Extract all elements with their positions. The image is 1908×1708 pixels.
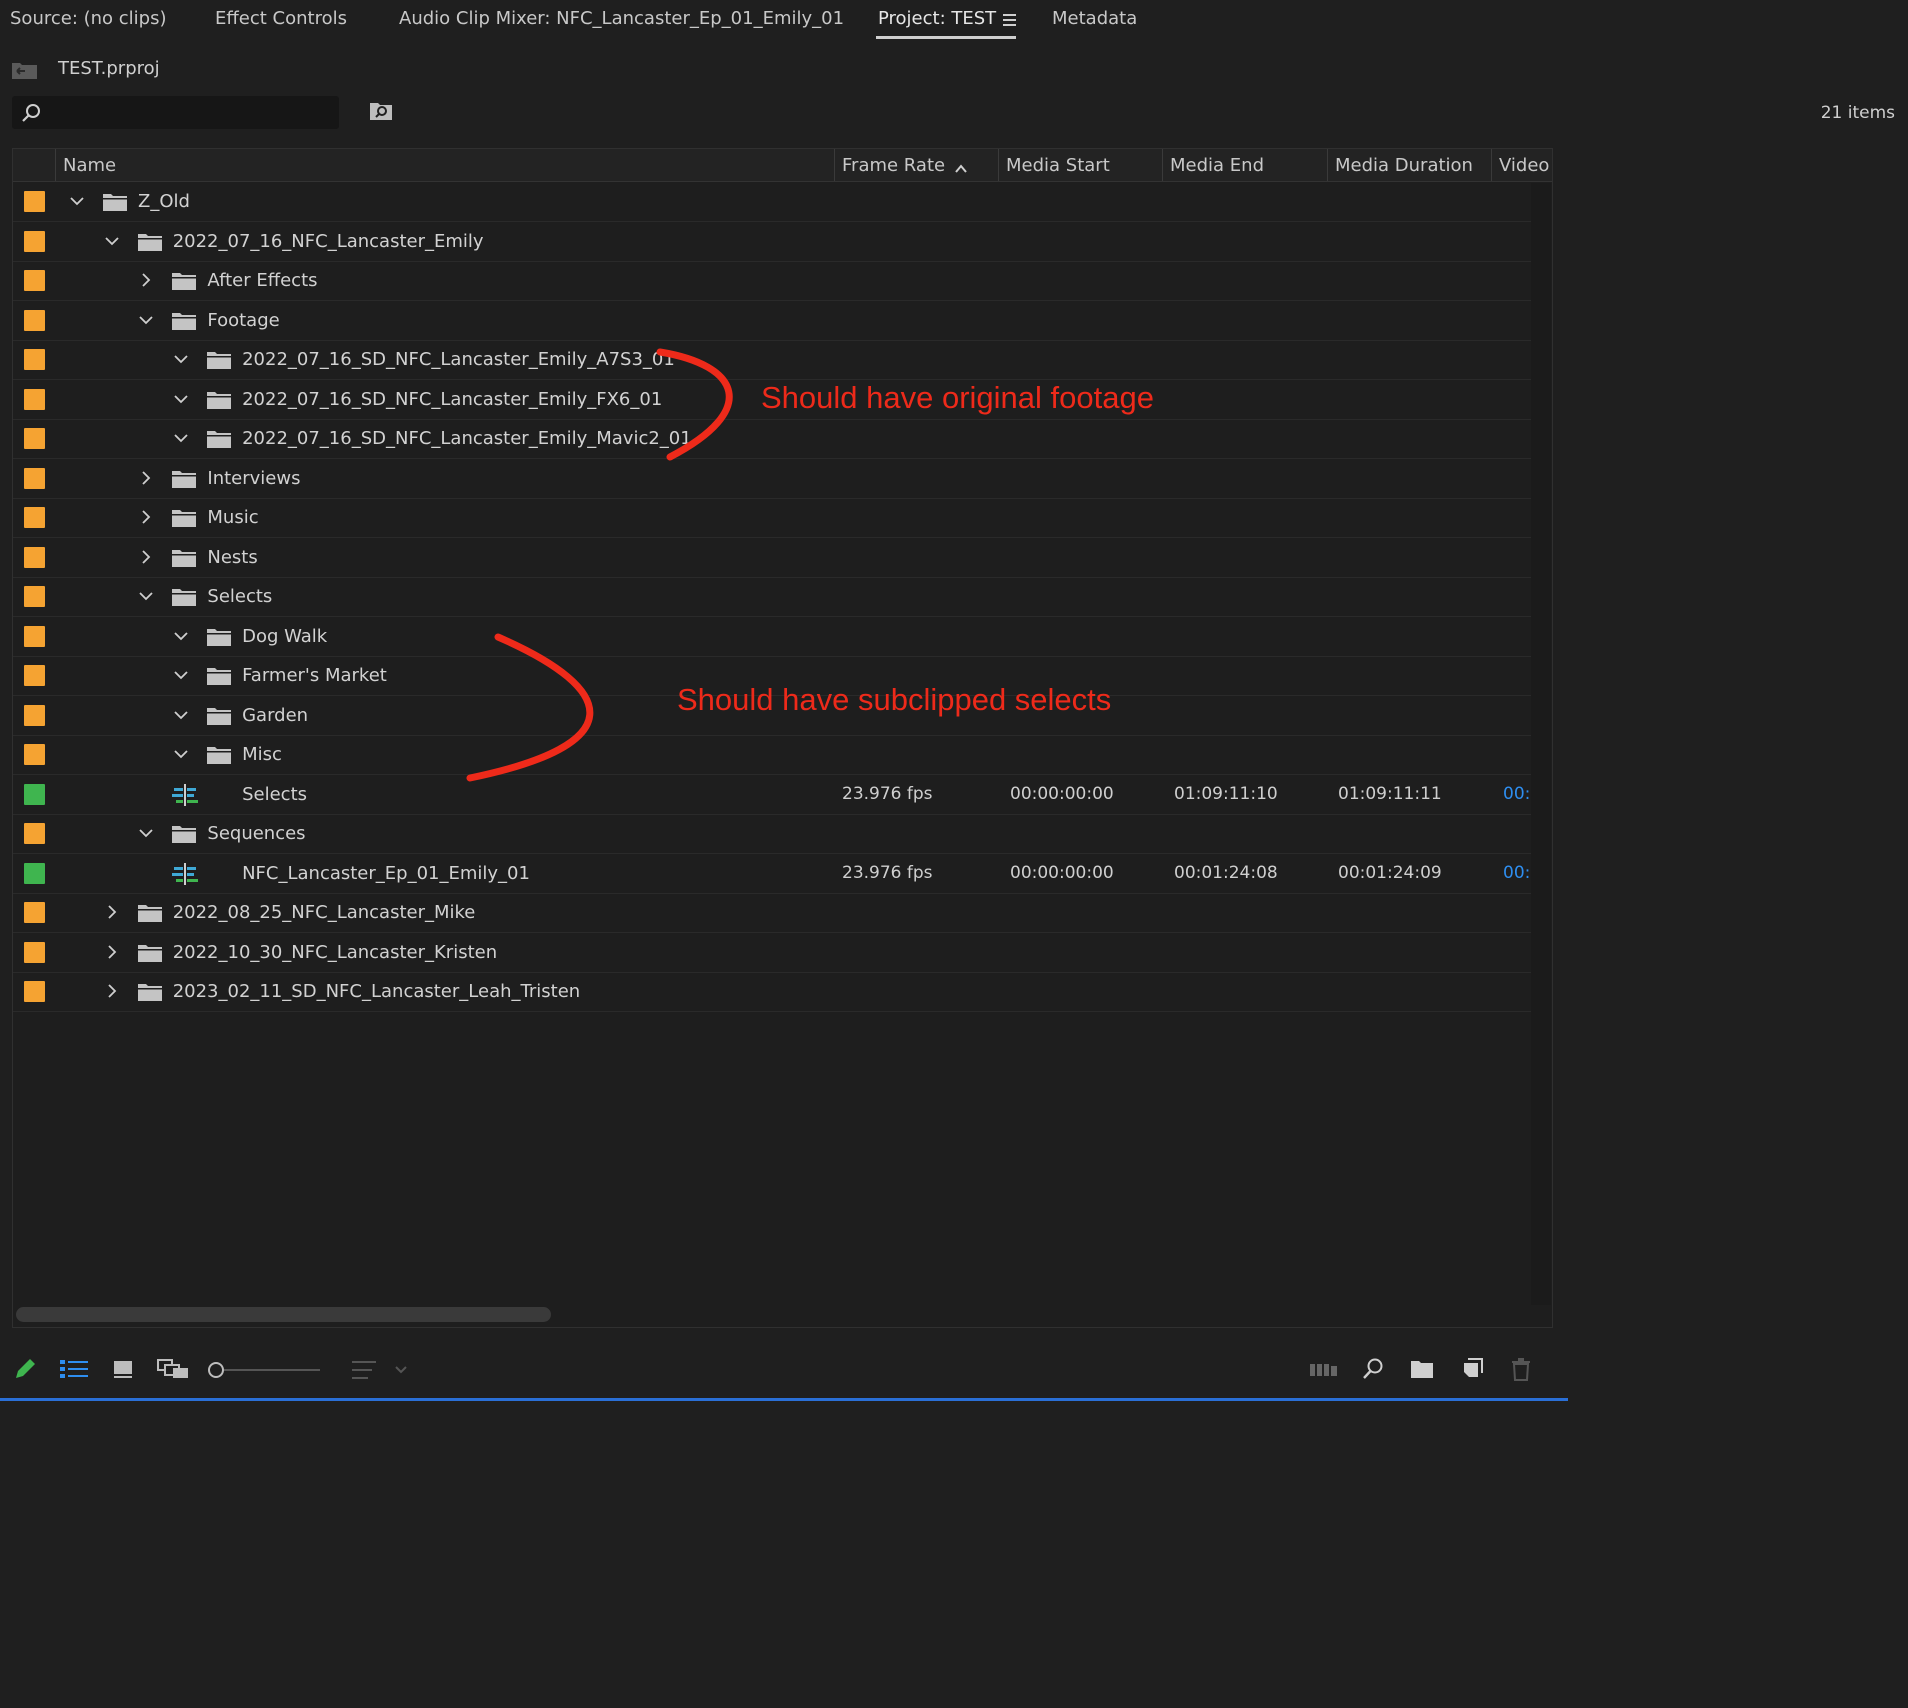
- zoom-slider[interactable]: [206, 1359, 324, 1381]
- icon-view-icon[interactable]: [113, 1359, 133, 1379]
- annotation-bracket-selects: [466, 633, 594, 782]
- panel-focus-line: [0, 1398, 1568, 1401]
- new-item-icon[interactable]: [1462, 1357, 1484, 1379]
- list-view-icon[interactable]: [60, 1359, 88, 1379]
- find-icon[interactable]: [1361, 1357, 1385, 1381]
- trash-icon[interactable]: [1511, 1357, 1531, 1381]
- annotation-original-footage: Should have original footage: [761, 380, 1154, 415]
- new-bin-icon[interactable]: [1410, 1359, 1434, 1379]
- items-count: 21 items: [1820, 103, 1895, 123]
- sort-icons-icon[interactable]: [352, 1359, 412, 1381]
- bottom-toolbar: [0, 1340, 1568, 1400]
- annotation-bracket-footage: [656, 348, 733, 461]
- automate-to-sequence-icon[interactable]: [1310, 1360, 1338, 1378]
- freeform-view-icon[interactable]: [157, 1359, 189, 1379]
- pencil-icon[interactable]: [13, 1357, 37, 1381]
- annotation-subclipped-selects: Should have subclipped selects: [677, 682, 1112, 717]
